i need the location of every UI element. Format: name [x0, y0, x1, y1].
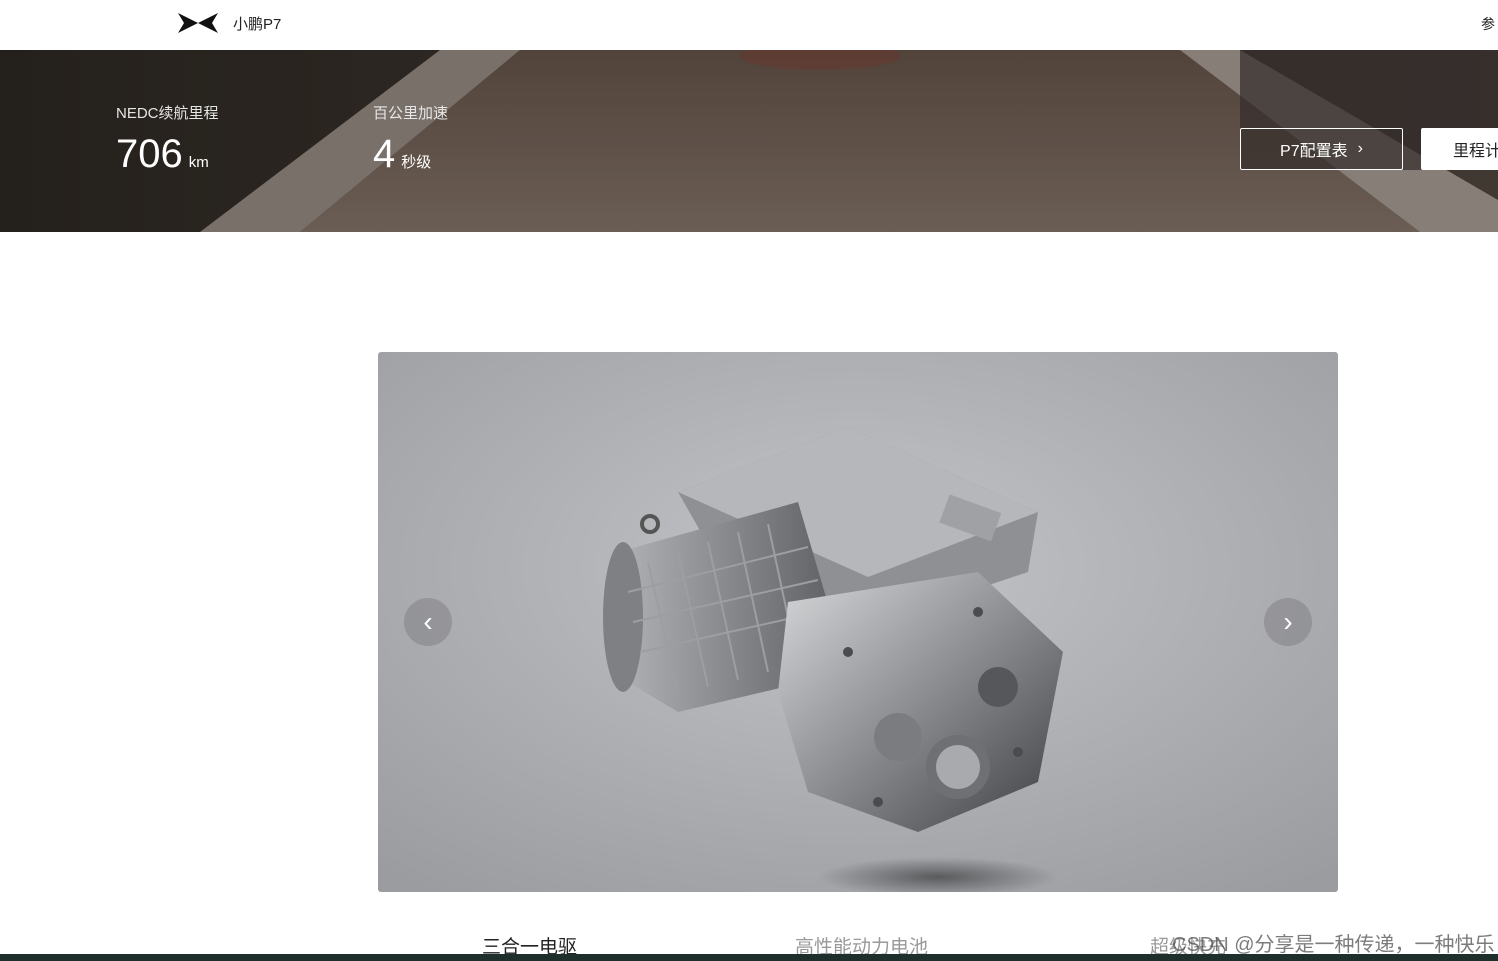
acceleration-stat: 百公里加速 4 秒级 [373, 102, 449, 174]
electric-drive-motor-image [378, 352, 1338, 892]
product-carousel: ‹ › [378, 352, 1338, 892]
xpeng-x-logo-icon[interactable] [176, 11, 220, 35]
carousel-next-button[interactable]: › [1264, 598, 1312, 646]
carousel-prev-button[interactable]: ‹ [404, 598, 452, 646]
range-value: 706 [116, 132, 183, 176]
top-nav-bar: 小鹏P7 参 [0, 0, 1498, 51]
acceleration-label: 百公里加速 [373, 105, 449, 122]
acceleration-value: 4 [373, 132, 396, 176]
bottom-strip [0, 954, 1498, 961]
csdn-watermark: CSDN @分享是一种传递，一种快乐 [1172, 934, 1495, 956]
chevron-left-icon: ‹ [423, 606, 433, 637]
p7-config-button[interactable]: P7配置表 › [1240, 128, 1403, 170]
range-calculator-button[interactable]: 里程计 [1421, 128, 1498, 170]
range-label: NEDC续航里程 [116, 105, 219, 122]
range-unit: km [188, 154, 209, 171]
brand-name[interactable]: 小鹏P7 [233, 13, 281, 34]
acceleration-unit: 秒级 [401, 154, 432, 171]
range-stat: NEDC续航里程 706 km [116, 102, 219, 174]
p7-config-label: P7配置表 [1280, 143, 1348, 160]
range-calculator-label: 里程计 [1453, 143, 1498, 160]
hero-banner: NEDC续航里程 706 km 百公里加速 4 秒级 P7配置表 › 里程计 [0, 50, 1498, 232]
nav-item-partial[interactable]: 参 [1481, 14, 1495, 34]
chevron-right-icon: › [1357, 140, 1363, 157]
chevron-right-icon: › [1283, 606, 1293, 637]
